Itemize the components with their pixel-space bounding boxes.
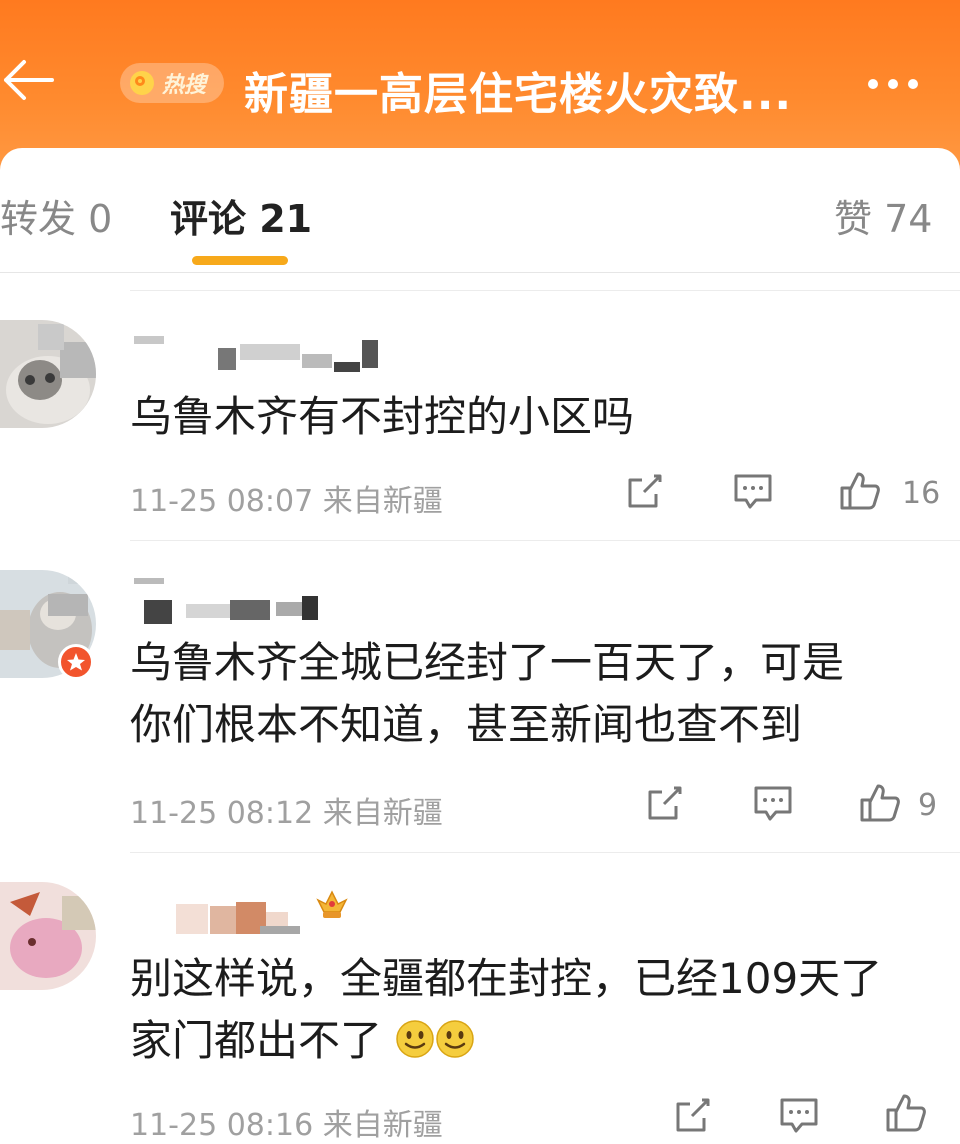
comment-line: 乌鲁木齐有不封控的小区吗 [130,392,635,441]
comment-line: 家门都出不了 [130,1016,383,1065]
comment-meta: 11-25 08:07 来自新疆 [130,476,443,520]
comment-time: 11-25 08:07 [130,484,314,519]
username-obscured[interactable] [130,578,430,624]
avatar[interactable] [0,320,96,428]
smile-emoji-icon [435,1014,475,1058]
username-obscured[interactable] [130,336,430,376]
comment-source: 来自新疆 [322,484,443,519]
member-crown-icon [312,884,352,924]
comment-meta: 11-25 08:12 来自新疆 [130,788,443,832]
active-tab-indicator [192,256,288,265]
comment-source: 来自新疆 [322,1108,443,1143]
comment-meta: 11-25 08:16 来自新疆 [130,1100,443,1144]
comment-line: 别这样说，全疆都在封控，已经109天了 [130,954,883,1003]
tab-reposts[interactable]: 转发 0 [0,188,112,243]
comment-line: 乌鲁木齐全城已经封了一百天了，可是 [130,638,845,687]
topic-title[interactable]: 新疆一高层住宅楼火灾致... [244,58,824,122]
smile-emoji-icon [395,1014,435,1058]
like-icon[interactable] [838,468,880,510]
username-obscured[interactable] [130,886,430,934]
divider [130,540,960,541]
like-count: 9 [918,788,938,823]
reply-icon[interactable] [778,1094,820,1136]
comment-time: 11-25 08:12 [130,796,314,831]
comment-time: 11-25 08:16 [130,1108,314,1143]
comment-text: 乌鲁木齐全城已经封了一百天了，可是 你们根本不知道，甚至新闻也查不到 [130,632,930,756]
comment-source: 来自新疆 [322,796,443,831]
tab-comments[interactable]: 评论 21 [170,188,312,243]
tab-likes[interactable]: 赞 74 [834,188,932,243]
like-icon[interactable] [858,780,900,822]
divider [130,290,960,291]
like-icon[interactable] [884,1090,926,1132]
reply-icon[interactable] [752,782,794,824]
more-options-icon[interactable] [868,72,938,96]
verified-badge-icon [58,644,94,680]
hot-search-label: 热搜 [162,73,207,98]
comment-text: 乌鲁木齐有不封控的小区吗 [130,386,930,448]
share-icon[interactable] [624,470,666,512]
hot-search-icon [130,71,154,95]
reply-icon[interactable] [732,470,774,512]
comment-line: 你们根本不知道，甚至新闻也查不到 [130,700,803,749]
share-icon[interactable] [644,782,686,824]
comment-text: 别这样说，全疆都在封控，已经109天了 家门都出不了 [130,948,930,1072]
share-icon[interactable] [672,1094,714,1136]
tab-bar: 转发 0 评论 21 赞 74 [0,148,960,273]
back-arrow-icon[interactable] [0,50,60,110]
like-count: 16 [902,476,941,511]
avatar[interactable] [0,882,96,990]
divider [130,852,960,853]
hot-search-badge[interactable]: 热搜 [120,63,224,103]
